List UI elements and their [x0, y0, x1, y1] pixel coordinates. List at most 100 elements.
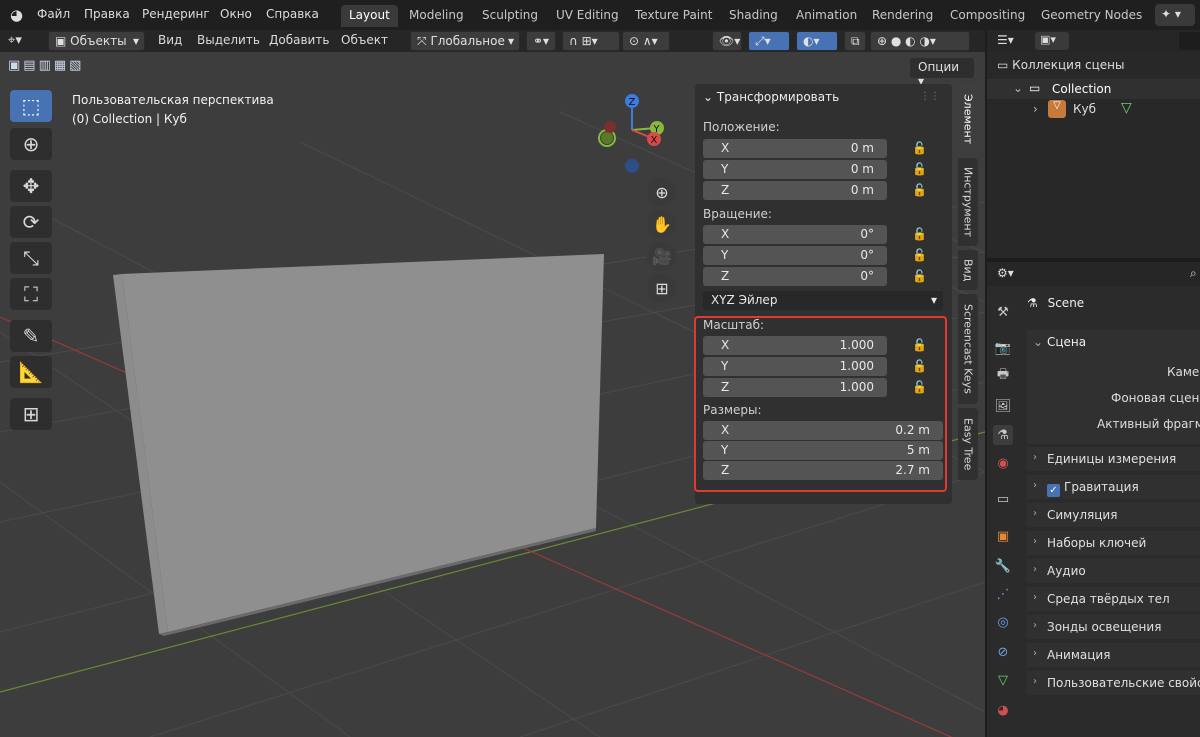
tab-tool[interactable]: Инструмент — [958, 158, 978, 246]
location-y-field[interactable]: Y 0 m — [703, 160, 887, 179]
lock-icon[interactable]: 🔓 — [912, 269, 927, 283]
collection-row[interactable]: ⌄ ▭ Collection — [987, 79, 1200, 99]
rotation-z-field[interactable]: Z 0° — [703, 267, 887, 286]
xray-button[interactable]: ⧉ — [844, 31, 866, 51]
tab-view[interactable]: Вид — [958, 250, 978, 290]
keying-sets-panel[interactable]: › Наборы ключей — [1027, 531, 1200, 555]
lock-icon[interactable]: 🔓 — [912, 248, 927, 262]
light-probes-panel[interactable]: › Зонды освещения — [1027, 615, 1200, 639]
orientation-select[interactable]: ⤧ Глобальное ▾ — [410, 31, 520, 51]
menu-window[interactable]: Окно — [220, 7, 252, 21]
hand-pan-icon[interactable]: ✋ — [647, 209, 677, 239]
simulation-panel[interactable]: › Симуляция — [1027, 503, 1200, 527]
proportional-edit-button[interactable]: ⊙ ∧▾ — [622, 31, 670, 51]
display-mode-button[interactable]: ▣▾ — [1035, 32, 1069, 50]
tab-sculpting[interactable]: Sculpting — [474, 5, 546, 27]
lock-icon[interactable]: 🔓 — [912, 183, 927, 197]
visibility-button[interactable]: 👁▾ — [712, 31, 742, 51]
animation-panel[interactable]: › Анимация — [1027, 643, 1200, 667]
modifier-icon[interactable]: 🔧 — [993, 556, 1013, 576]
overlays-button[interactable]: ◐▾ — [796, 31, 838, 51]
menu-render[interactable]: Рендеринг — [142, 7, 210, 21]
scene-selector-button[interactable]: ✦ ▾ — [1155, 4, 1195, 26]
custom-properties-panel[interactable]: › Пользовательские свойства — [1027, 671, 1200, 695]
snap-button[interactable]: ∩ ⊞▾ — [562, 31, 620, 51]
editor-type-icon[interactable]: ⚙▾ — [997, 266, 1014, 280]
location-z-field[interactable]: Z 0 m — [703, 181, 887, 200]
tab-texture-paint[interactable]: Texture Paint — [627, 5, 720, 27]
mode-select[interactable]: ▣ Объекты ▾ — [48, 31, 145, 51]
dimensions-x-field[interactable]: X 0.2 m — [703, 421, 943, 440]
scene-section-header[interactable]: ⌄ Сцена — [1027, 330, 1200, 354]
lock-icon[interactable]: 🔓 — [912, 380, 927, 394]
lock-icon[interactable]: 🔓 — [912, 338, 927, 352]
navigation-gizmo[interactable]: Z Y X — [590, 90, 680, 180]
tab-uv-editing[interactable]: UV Editing — [548, 5, 627, 27]
rotation-y-field[interactable]: Y 0° — [703, 246, 887, 265]
tab-modeling[interactable]: Modeling — [401, 5, 472, 27]
cursor-tool[interactable]: ⊕ — [10, 128, 52, 160]
scale-x-field[interactable]: X 1.000 — [703, 336, 887, 355]
physics-icon[interactable]: ◎ — [993, 612, 1013, 632]
move-tool[interactable]: ✥ — [10, 170, 52, 202]
particles-icon[interactable]: ⋰ — [993, 584, 1013, 604]
tab-compositing[interactable]: Compositing — [942, 5, 1033, 27]
collection-icon[interactable]: ▭ — [993, 489, 1013, 509]
perspective-grid-icon[interactable]: ⊞ — [647, 273, 677, 303]
dimensions-y-field[interactable]: Y 5 m — [703, 441, 943, 460]
data-icon[interactable]: ▽ — [993, 670, 1013, 690]
menu-select[interactable]: Выделить — [197, 33, 260, 47]
tab-rendering[interactable]: Rendering — [864, 5, 941, 27]
gravity-checkbox[interactable]: ✓ — [1047, 484, 1060, 497]
tab-easy-tree[interactable]: Easy Tree — [958, 408, 978, 480]
view-layer-icon[interactable]: 🖼 — [993, 396, 1013, 416]
transform-tool[interactable]: ⛶ — [10, 278, 52, 310]
tab-animation[interactable]: Animation — [788, 5, 865, 27]
search-field[interactable] — [1179, 32, 1200, 50]
options-button[interactable]: Опции ▾ — [910, 58, 974, 88]
tab-geometry-nodes[interactable]: Geometry Nodes — [1033, 5, 1150, 27]
rigid-body-world-panel[interactable]: › Среда твёрдых тел — [1027, 587, 1200, 611]
lock-icon[interactable]: 🔓 — [912, 141, 927, 155]
editor-type-icon[interactable]: ⌖▾ — [8, 33, 22, 48]
pivot-button[interactable]: ⚭▾ — [526, 31, 556, 51]
scene-icon[interactable]: ⚗ — [993, 425, 1013, 445]
dimensions-z-field[interactable]: Z 2.7 m — [703, 461, 943, 480]
rotation-x-field[interactable]: X 0° — [703, 225, 887, 244]
world-icon[interactable]: ◉ — [993, 453, 1013, 473]
gizmo-toggle-button[interactable]: ⤢▾ — [748, 31, 790, 51]
render-icon[interactable]: 📷 — [993, 338, 1013, 358]
drag-handle-icon[interactable]: ⋮⋮ — [920, 91, 940, 102]
material-icon[interactable]: ◕ — [993, 700, 1013, 720]
selection-mode-buttons[interactable]: ▣▤▥▦▧ — [8, 58, 108, 78]
menu-object[interactable]: Объект — [341, 33, 388, 47]
scale-y-field[interactable]: Y 1.000 — [703, 357, 887, 376]
output-icon[interactable]: 🖶 — [993, 366, 1013, 386]
tab-layout[interactable]: Layout — [341, 5, 398, 27]
wall-mesh[interactable] — [122, 254, 604, 632]
lock-icon[interactable]: 🔓 — [912, 227, 927, 241]
shading-buttons[interactable]: ⊕ ● ◐ ◑▾ — [870, 31, 970, 51]
mesh-data-icon[interactable]: ▽ — [1121, 100, 1132, 116]
object-row[interactable]: › ▽ Куб ▽ — [987, 99, 1200, 119]
tab-item[interactable]: Элемент — [958, 84, 978, 154]
panel-header[interactable]: ⌄ Трансформировать — [695, 84, 952, 112]
measure-tool[interactable]: 📐 — [10, 356, 52, 388]
menu-edit[interactable]: Правка — [84, 7, 130, 21]
editor-type-icon[interactable]: ☰▾ — [997, 33, 1014, 47]
select-tool[interactable]: ⬚ — [10, 90, 52, 122]
lock-icon[interactable]: 🔓 — [912, 359, 927, 373]
zoom-icon[interactable]: ⊕ — [647, 177, 677, 207]
menu-file[interactable]: Файл — [37, 7, 70, 21]
object-icon[interactable]: ▣ — [993, 526, 1013, 546]
gravity-panel[interactable]: › ✓ Гравитация — [1027, 475, 1200, 499]
scale-tool[interactable]: ⤡ — [10, 242, 52, 274]
audio-panel[interactable]: › Аудио — [1027, 559, 1200, 583]
menu-view[interactable]: Вид — [158, 33, 182, 47]
annotate-tool[interactable]: ✎ — [10, 320, 52, 352]
tab-shading[interactable]: Shading — [721, 5, 786, 27]
menu-add[interactable]: Добавить — [269, 33, 329, 47]
scale-z-field[interactable]: Z 1.000 — [703, 378, 887, 397]
scene-collection-row[interactable]: ▭ Коллекция сцены — [997, 58, 1197, 76]
tab-screencast-keys[interactable]: Screencast Keys — [958, 294, 978, 404]
